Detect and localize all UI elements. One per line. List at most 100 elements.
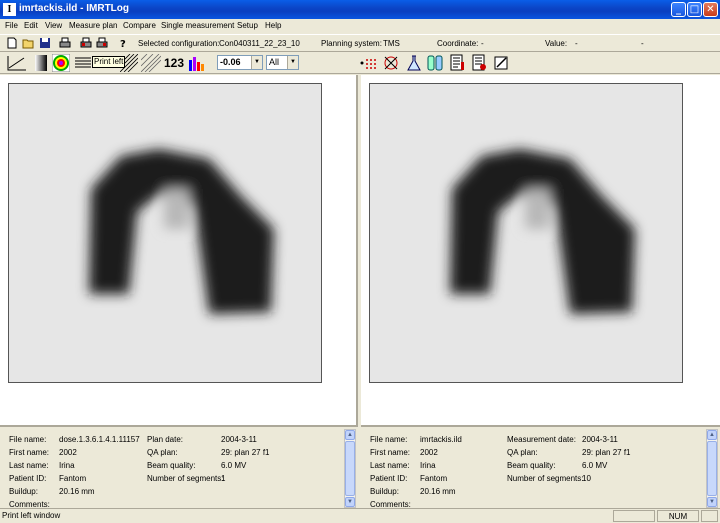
open-folder-icon[interactable] [22,37,34,49]
menu-setup[interactable]: Setup [237,21,258,30]
profile-graph-icon[interactable] [6,54,28,72]
status-cell-empty [613,510,655,522]
status-cell-trailing [701,510,718,522]
value-value: - [575,39,578,48]
print-left-icon[interactable] [80,37,92,49]
selected-configuration-label: Selected configuration: [138,39,220,48]
left-dose-map[interactable] [8,83,322,383]
qa-plan-label: QA plan: [507,448,538,457]
scroll-up-icon[interactable]: ▲ [345,430,355,440]
buildup-label: Buildup: [9,487,38,496]
threshold-select[interactable]: -0.06 ▼ [217,55,263,70]
beam-quality-label: Beam quality: [147,461,196,470]
app-window: I imrtackis.ild - IMRTLog _ □ ✕ File Edi… [0,0,720,523]
report-detail-icon[interactable] [470,54,488,72]
first-name-value: 2002 [59,448,77,457]
svg-text:?: ? [120,39,126,49]
title-bar[interactable]: I imrtackis.ild - IMRTLog _ □ ✕ [0,0,720,19]
numbers-button[interactable]: 123 [164,54,184,72]
file-name-value: imrtackis.ild [420,435,462,444]
scroll-down-icon[interactable]: ▼ [345,497,355,507]
qa-plan-value: 29: plan 27 f1 [582,448,631,457]
chevron-down-icon[interactable]: ▼ [251,56,262,69]
patient-id-label: Patient ID: [9,474,47,483]
last-name-label: Last name: [9,461,49,470]
right-dose-map[interactable] [369,83,683,383]
app-icon[interactable]: I [3,3,16,16]
first-name-value: 2002 [420,448,438,457]
menu-view[interactable]: View [45,21,62,30]
print-icon[interactable] [59,37,71,49]
range-select[interactable]: All ▼ [266,55,299,70]
left-dose-pane[interactable] [0,75,358,425]
close-button[interactable]: ✕ [703,2,718,17]
last-name-value: Irina [420,461,436,470]
file-name-label: File name: [9,435,47,444]
beam-quality-label: Beam quality: [507,461,556,470]
num-lock-indicator: NUM [657,510,699,522]
scroll-thumb[interactable] [345,441,355,496]
status-bar: Print left window NUM [0,508,720,523]
measurement-date-value: 2004-3-11 [582,435,618,444]
segments-value: 10 [582,474,591,483]
histogram-icon[interactable] [188,54,206,72]
scroll-up-icon[interactable]: ▲ [707,430,717,440]
right-dose-image [450,149,635,314]
right-info-panel: File name: imrtackis.ild First name: 200… [361,425,720,509]
print-right-icon[interactable] [96,37,108,49]
measurement-date-label: Measurement date: [507,435,576,444]
left-info-scrollbar[interactable]: ▲ ▼ [344,429,356,508]
planning-system-label: Planning system: [321,39,382,48]
save-icon[interactable] [39,37,51,49]
first-name-label: First name: [9,448,50,457]
last-name-label: Last name: [370,461,410,470]
menu-single-measurement[interactable]: Single measurement [161,21,234,30]
menu-help[interactable]: Help [265,21,281,30]
flask-icon[interactable] [405,54,423,72]
main-toolbar: ? Selected configuration: Con040311_22_2… [0,34,720,52]
grid-points-icon[interactable] [359,54,377,72]
maximize-button[interactable]: □ [687,2,702,17]
menu-file[interactable]: File [5,21,18,30]
scroll-thumb[interactable] [707,441,717,496]
grayscale-icon[interactable] [33,54,49,72]
plan-date-label: Plan date: [147,435,184,444]
window-title: imrtackis.ild - IMRTLog [19,3,130,14]
value-label: Value: [545,39,568,48]
patient-id-value: Fantom [420,474,448,483]
planning-system-value: TMS [383,39,400,48]
help-icon[interactable]: ? [117,37,129,49]
segments-value: 1 [221,474,226,483]
edit-note-icon[interactable] [492,54,510,72]
colormap-icon[interactable] [52,54,70,72]
trailing-value: - [641,39,644,48]
compare-icon[interactable] [426,54,444,72]
range-value: All [269,57,280,67]
beam-quality-value: 6.0 MV [582,461,608,470]
plan-date-value: 2004-3-11 [221,435,257,444]
buildup-value: 20.16 mm [59,487,95,496]
tooltip: Print left [92,56,126,68]
buildup-value: 20.16 mm [420,487,456,496]
disable-points-icon[interactable] [382,54,400,72]
segments-label: Number of segments: [507,474,584,483]
right-info-scrollbar[interactable]: ▲ ▼ [706,429,718,508]
right-dose-pane[interactable] [361,75,720,425]
menu-edit[interactable]: Edit [24,21,38,30]
patient-id-value: Fantom [59,474,87,483]
minimize-button[interactable]: _ [671,2,686,17]
coordinate-value: - [481,39,484,48]
diagonal-lines-icon[interactable] [141,54,161,72]
first-name-label: First name: [370,448,411,457]
isolines-icon[interactable] [74,54,92,72]
new-file-icon[interactable] [6,37,18,49]
qa-plan-value: 29: plan 27 f1 [221,448,270,457]
scroll-down-icon[interactable]: ▼ [707,497,717,507]
chevron-down-icon[interactable]: ▼ [287,56,298,69]
menu-measure-plan[interactable]: Measure plan [69,21,117,30]
status-message: Print left window [2,511,61,520]
segments-label: Number of segments: [147,474,224,483]
report-icon[interactable] [448,54,466,72]
selected-configuration-value: Con040311_22_23_10 [219,39,300,48]
menu-compare[interactable]: Compare [123,21,156,30]
